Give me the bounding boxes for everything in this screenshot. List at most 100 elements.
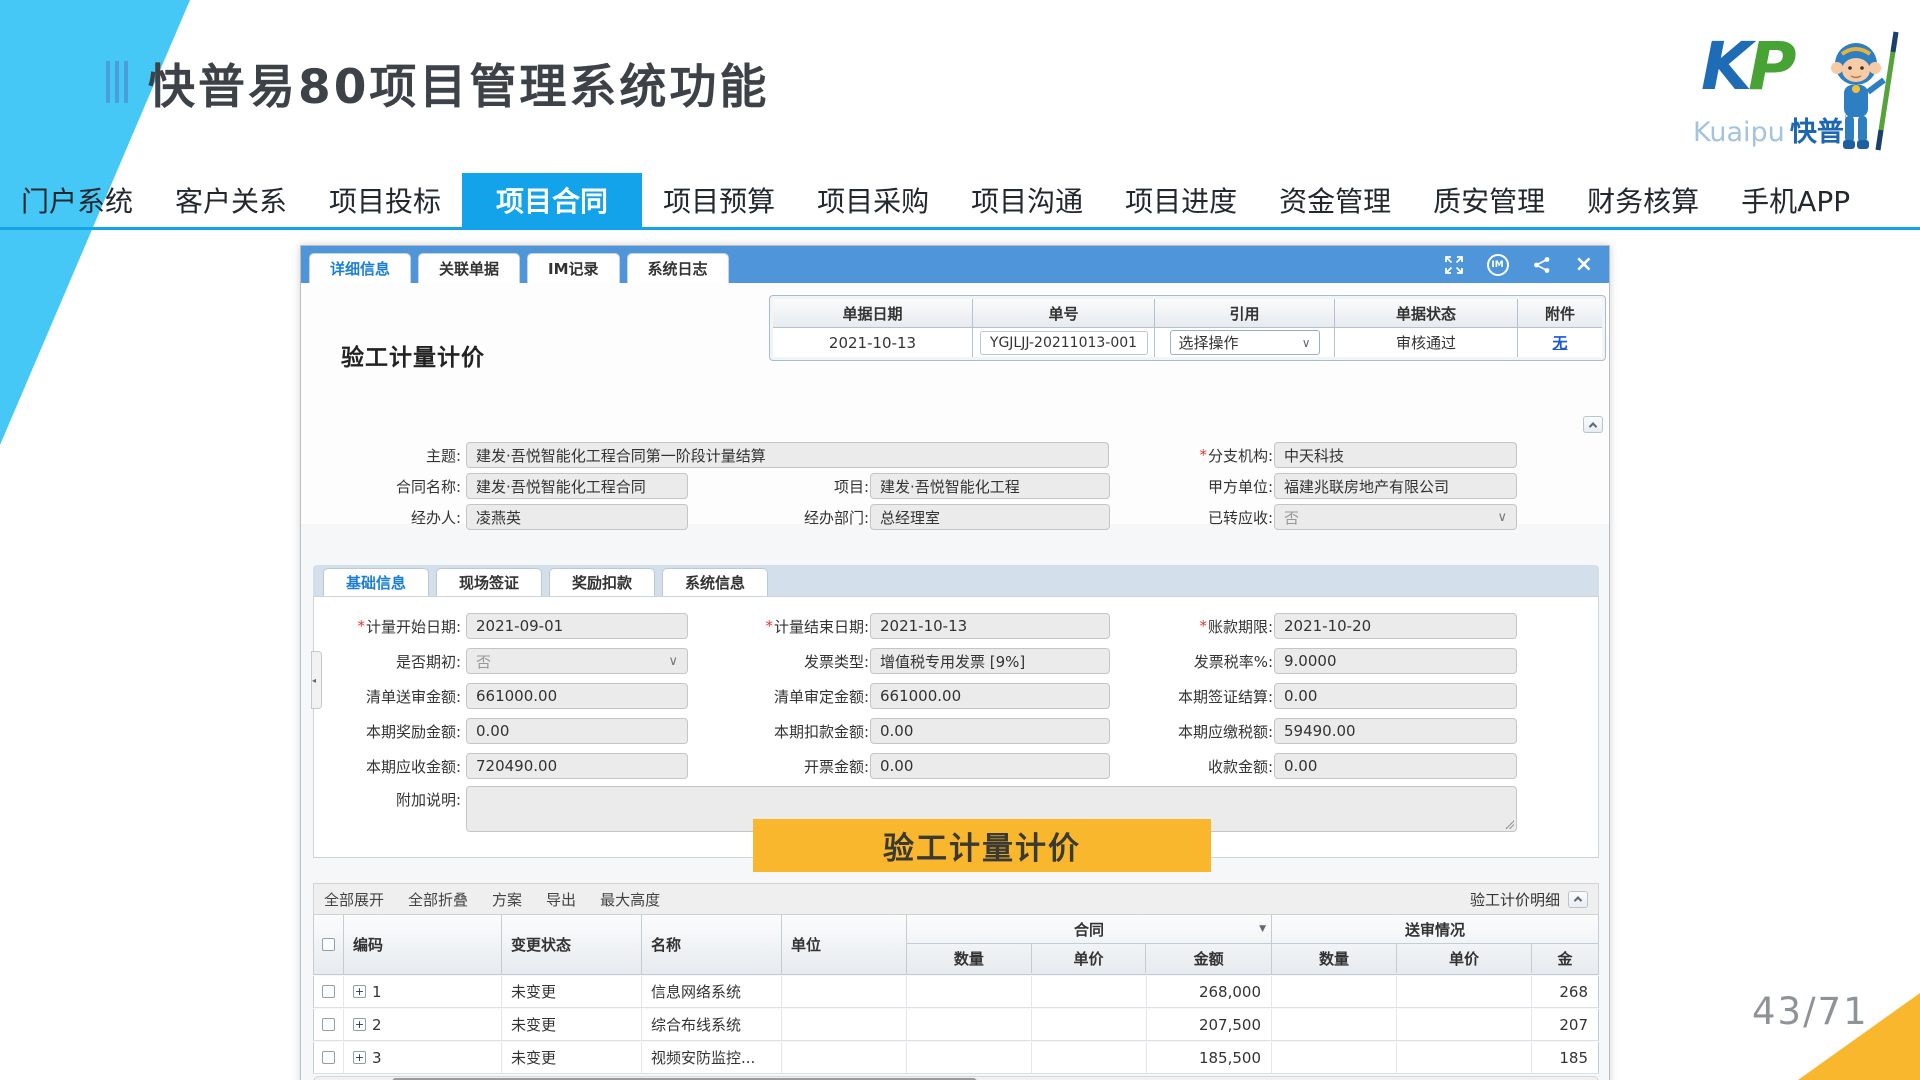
row-submission-amount: 207 — [1532, 1009, 1598, 1040]
fullscreen-icon[interactable] — [1445, 256, 1463, 274]
scheme-button[interactable]: 方案 — [492, 889, 522, 910]
expand-row-icon[interactable]: + — [353, 985, 366, 998]
nav-item-portal[interactable]: 门户系统 — [0, 173, 154, 227]
nav-item-contract[interactable]: 项目合同 — [462, 173, 642, 227]
list-submitted-field[interactable]: 661000.00 — [466, 683, 688, 709]
visa-settlement-field[interactable]: 0.00 — [1274, 683, 1517, 709]
received-amount-label: 收款金额: — [1123, 753, 1273, 779]
list-approved-field[interactable]: 661000.00 — [870, 683, 1110, 709]
row-submission-qty — [1272, 1042, 1397, 1073]
expand-row-icon[interactable]: + — [353, 1018, 366, 1031]
nav-item-progress[interactable]: 项目进度 — [1104, 173, 1258, 227]
branch-field[interactable]: 中天科技 — [1274, 442, 1517, 468]
chevron-down-icon: ∨ — [1302, 336, 1311, 350]
deduction-amount-field[interactable]: 0.00 — [870, 718, 1110, 744]
row-contract-price — [1032, 1009, 1147, 1040]
col-attachment: 附件 — [1518, 299, 1602, 328]
measure-end-field[interactable]: 2021-10-13 — [870, 613, 1110, 639]
nav-item-funds[interactable]: 资金管理 — [1258, 173, 1412, 227]
col-submission-qty[interactable]: 数量 — [1272, 944, 1397, 973]
doc-number-input[interactable]: YGJLJJ-20211013-001 — [980, 331, 1148, 355]
export-button[interactable]: 导出 — [546, 889, 576, 910]
nav-item-crm[interactable]: 客户关系 — [154, 173, 308, 227]
tab-detail-info[interactable]: 详细信息 — [309, 253, 411, 283]
contract-name-label: 合同名称: — [316, 473, 461, 499]
nav-item-communication[interactable]: 项目沟通 — [950, 173, 1104, 227]
max-height-button[interactable]: 最大高度 — [600, 889, 660, 910]
measure-start-field[interactable]: 2021-09-01 — [466, 613, 688, 639]
contract-name-field[interactable]: 建发·吾悦智能化工程合同 — [466, 473, 688, 499]
nav-item-finance[interactable]: 财务核算 — [1566, 173, 1720, 227]
row-checkbox[interactable] — [322, 1051, 335, 1064]
im-icon[interactable]: IM — [1487, 254, 1509, 276]
collapse-header-button[interactable] — [1583, 416, 1603, 433]
doc-date-value: 2021-10-13 — [773, 328, 973, 357]
group-submission[interactable]: 送审情况 — [1272, 915, 1598, 944]
receivable-amount-field[interactable]: 720490.00 — [466, 753, 688, 779]
subject-field[interactable]: 建发·吾悦智能化工程合同第一阶段计量结算 — [466, 442, 1109, 468]
row-checkbox[interactable] — [322, 1018, 335, 1031]
title-bars-icon — [106, 61, 128, 103]
page-number: 43/71 — [1752, 990, 1869, 1033]
tab-related-documents[interactable]: 关联单据 — [418, 253, 520, 283]
row-submission-price — [1397, 976, 1532, 1007]
invoiced-amount-field[interactable]: 0.00 — [870, 753, 1110, 779]
row-submission-price — [1397, 1009, 1532, 1040]
reference-select[interactable]: 选择操作∨ — [1170, 330, 1320, 355]
subtab-basic-info[interactable]: 基础信息 — [323, 568, 429, 596]
subtab-site-visa[interactable]: 现场签证 — [436, 568, 542, 596]
handler-field[interactable]: 凌燕英 — [466, 504, 688, 530]
nav-item-procurement[interactable]: 项目采购 — [796, 173, 950, 227]
expand-all-button[interactable]: 全部展开 — [324, 889, 384, 910]
row-contract-amount: 268,000 — [1147, 976, 1272, 1007]
table-row[interactable]: +3 未变更 视频安防监控... 185,500 185 — [313, 1042, 1599, 1074]
row-contract-amount: 207,500 — [1147, 1009, 1272, 1040]
nav-item-quality[interactable]: 质安管理 — [1412, 173, 1566, 227]
party-a-field[interactable]: 福建兆联房地产有限公司 — [1274, 473, 1517, 499]
table-row[interactable]: +1 未变更 信息网络系统 268,000 268 — [313, 976, 1599, 1008]
table-row[interactable]: +2 未变更 综合布线系统 207,500 207 — [313, 1009, 1599, 1041]
col-submission-amount[interactable]: 金 — [1532, 944, 1598, 973]
row-checkbox[interactable] — [322, 985, 335, 998]
filter-dropdown-icon[interactable]: ▼ — [1259, 924, 1266, 934]
nav-item-mobile-app[interactable]: 手机APP — [1720, 173, 1871, 227]
attachment-link[interactable]: 无 — [1552, 332, 1567, 353]
tab-system-log[interactable]: 系统日志 — [627, 253, 729, 283]
window-body: 验工计量计价 单据日期 单号 引用 单据状态 附件 2021-10-13 YGJ… — [301, 283, 1609, 1080]
project-field[interactable]: 建发·吾悦智能化工程 — [870, 473, 1110, 499]
grid-title: 验工计价明细 — [1470, 889, 1560, 910]
col-submission-price[interactable]: 单价 — [1397, 944, 1532, 973]
initial-period-label: 是否期初: — [316, 648, 461, 674]
nav-item-bidding[interactable]: 项目投标 — [308, 173, 462, 227]
reward-amount-field[interactable]: 0.00 — [466, 718, 688, 744]
col-contract-amount[interactable]: 金额 — [1146, 944, 1271, 973]
select-all-checkbox[interactable] — [322, 938, 335, 951]
share-icon[interactable] — [1533, 256, 1551, 274]
subtab-reward-deduction[interactable]: 奖励扣款 — [549, 568, 655, 596]
nav-item-budget[interactable]: 项目预算 — [642, 173, 796, 227]
collapse-grid-button[interactable] — [1568, 891, 1588, 908]
received-amount-field[interactable]: 0.00 — [1274, 753, 1517, 779]
col-contract-price[interactable]: 单价 — [1032, 944, 1147, 973]
collapse-all-button[interactable]: 全部折叠 — [408, 889, 468, 910]
invoice-type-field[interactable]: 增值税专用发票 [9%] — [870, 648, 1110, 674]
payment-term-field[interactable]: 2021-10-20 — [1274, 613, 1517, 639]
col-change-status[interactable]: 变更状态 — [502, 915, 642, 974]
tax-rate-field[interactable]: 9.0000 — [1274, 648, 1517, 674]
col-unit[interactable]: 单位 — [782, 915, 907, 974]
slide-header: 快普易80项目管理系统功能 — [106, 52, 769, 112]
grid-toolbar: 全部展开 全部折叠 方案 导出 最大高度 验工计价明细 — [313, 883, 1599, 915]
col-name[interactable]: 名称 — [642, 915, 782, 974]
tab-im-records[interactable]: IM记录 — [527, 253, 620, 283]
close-icon[interactable]: × — [1575, 254, 1593, 276]
subtab-system-info[interactable]: 系统信息 — [662, 568, 768, 596]
transferred-select[interactable]: 否∨ — [1274, 504, 1517, 530]
expand-row-icon[interactable]: + — [353, 1051, 366, 1064]
col-contract-qty[interactable]: 数量 — [907, 944, 1032, 973]
initial-period-select[interactable]: 否∨ — [466, 648, 688, 674]
col-code[interactable]: 编码 — [344, 915, 502, 974]
group-contract[interactable]: 合同▼ — [907, 915, 1271, 944]
resize-grip-icon — [1505, 820, 1514, 829]
handler-dept-field[interactable]: 总经理室 — [870, 504, 1110, 530]
tax-payable-field[interactable]: 59490.00 — [1274, 718, 1517, 744]
